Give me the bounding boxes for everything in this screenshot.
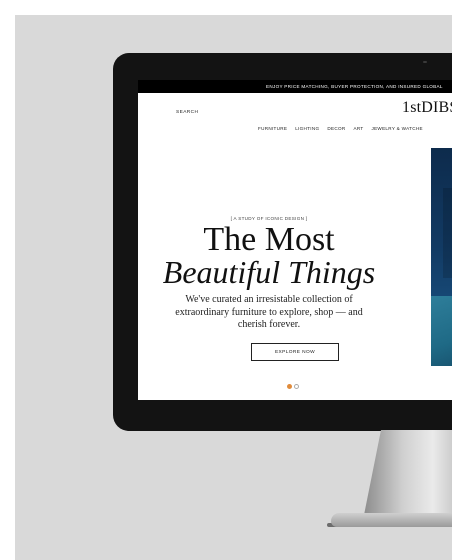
explore-now-button[interactable]: EXPLORE NOW: [251, 343, 339, 361]
monitor-screen: ENJOY PRICE MATCHING, BUYER PROTECTION, …: [138, 80, 452, 400]
hero-headline-line2: Beautiful Things: [162, 254, 376, 290]
camera-icon: [423, 61, 427, 63]
hero-image: [431, 148, 452, 366]
carousel-dots: [287, 384, 299, 389]
monitor-stand: [363, 430, 452, 520]
nav-item-lighting[interactable]: LIGHTING: [295, 126, 319, 131]
carousel-dot-1[interactable]: [287, 384, 292, 389]
nav-item-furniture[interactable]: FURNITURE: [258, 126, 287, 131]
hero-blurb: We've curated an irresistable collection…: [175, 294, 363, 330]
search-link[interactable]: SEARCH: [176, 110, 198, 115]
nav-item-jewelry-watches[interactable]: JEWELRY & WATCHE: [371, 126, 422, 131]
backdrop: ENJOY PRICE MATCHING, BUYER PROTECTION, …: [15, 15, 452, 560]
promo-bar[interactable]: ENJOY PRICE MATCHING, BUYER PROTECTION, …: [138, 80, 452, 93]
nav-item-art[interactable]: ART: [353, 126, 363, 131]
monitor-bezel: ENJOY PRICE MATCHING, BUYER PROTECTION, …: [113, 53, 452, 431]
monitor-base: [331, 513, 452, 527]
nav-item-decor[interactable]: DECOR: [327, 126, 345, 131]
carousel-dot-2[interactable]: [294, 384, 299, 389]
main-nav: FURNITURE LIGHTING DECOR ART JEWELRY & W…: [258, 126, 423, 131]
site-logo[interactable]: 1stDIBS: [402, 99, 452, 117]
hero-headline-line1: The Most: [203, 221, 335, 258]
